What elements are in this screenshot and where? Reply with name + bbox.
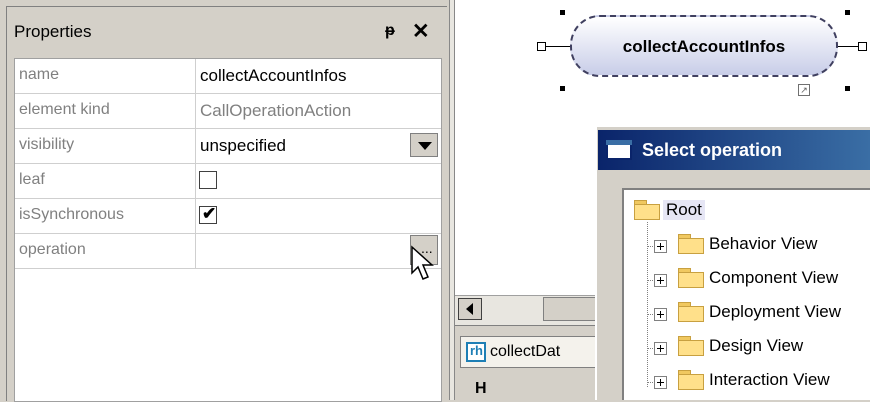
property-row-element-kind: element kind CallOperationAction xyxy=(15,94,441,129)
property-row-issynchronous: isSynchronous ✔ xyxy=(15,199,441,234)
property-label: element kind xyxy=(19,101,110,118)
folder-icon xyxy=(678,302,704,322)
property-label: name xyxy=(19,66,60,83)
pin-connector xyxy=(838,46,858,47)
property-row-name: name collectAccountInfos xyxy=(15,59,441,94)
property-row-operation: operation ... xyxy=(15,234,441,269)
tree-item-component-view[interactable]: Component View xyxy=(709,268,838,288)
expand-plus-icon[interactable] xyxy=(654,308,667,321)
property-grid: name collectAccountInfos element kind Ca… xyxy=(14,58,442,402)
tree-item-design-view[interactable]: Design View xyxy=(709,336,803,356)
close-icon[interactable]: ✕ xyxy=(412,19,430,44)
name-value-field[interactable]: collectAccountInfos xyxy=(200,66,346,86)
arrow-left-icon xyxy=(466,303,473,315)
expand-icon[interactable]: ↗ xyxy=(798,84,810,96)
property-label: isSynchronous xyxy=(19,206,124,223)
selection-handle[interactable] xyxy=(845,10,850,15)
expand-plus-icon[interactable] xyxy=(654,240,667,253)
pin-icon[interactable]: ᵽ xyxy=(385,22,395,40)
selection-handle[interactable] xyxy=(560,86,565,91)
folder-icon xyxy=(678,336,704,356)
scrollbar-thumb[interactable] xyxy=(543,297,599,321)
input-pin[interactable] xyxy=(537,42,546,51)
folder-icon xyxy=(678,234,704,254)
folder-icon xyxy=(678,370,704,390)
expand-plus-icon[interactable] xyxy=(654,376,667,389)
output-pin[interactable] xyxy=(858,42,867,51)
tab-overflow-text: H xyxy=(475,380,487,397)
visibility-select-value[interactable]: unspecified xyxy=(200,136,286,156)
mouse-cursor-icon xyxy=(411,245,434,280)
chevron-down-icon xyxy=(418,142,432,150)
expand-plus-icon[interactable] xyxy=(654,342,667,355)
folder-icon xyxy=(634,200,660,220)
property-label: leaf xyxy=(19,171,45,188)
tree-item-root[interactable]: Root xyxy=(663,200,705,220)
tree-item-behavior-view[interactable]: Behavior View xyxy=(709,234,817,254)
selection-handle[interactable] xyxy=(560,10,565,15)
property-row-leaf: leaf xyxy=(15,164,441,199)
tab-label: collectDat xyxy=(490,343,561,360)
leaf-checkbox[interactable] xyxy=(199,171,217,189)
tree-item-deployment-view[interactable]: Deployment View xyxy=(709,302,841,322)
dialog-title: Select operation xyxy=(642,140,783,160)
action-node-label: collectAccountInfos xyxy=(622,37,786,56)
visibility-dropdown-button[interactable] xyxy=(410,133,438,157)
expand-plus-icon[interactable] xyxy=(654,274,667,287)
element-kind-value: CallOperationAction xyxy=(200,101,352,120)
property-label: operation xyxy=(19,241,86,258)
folder-icon xyxy=(678,268,704,288)
property-label: visibility xyxy=(19,136,75,153)
check-icon: ✔ xyxy=(202,204,217,223)
tree-item-interaction-view[interactable]: Interaction View xyxy=(709,370,830,390)
properties-title: Properties xyxy=(14,22,92,41)
pin-connector xyxy=(546,46,570,47)
property-row-visibility: visibility unspecified xyxy=(15,129,441,164)
selection-handle[interactable] xyxy=(845,86,850,91)
issynchronous-checkbox[interactable]: ✔ xyxy=(199,204,217,224)
